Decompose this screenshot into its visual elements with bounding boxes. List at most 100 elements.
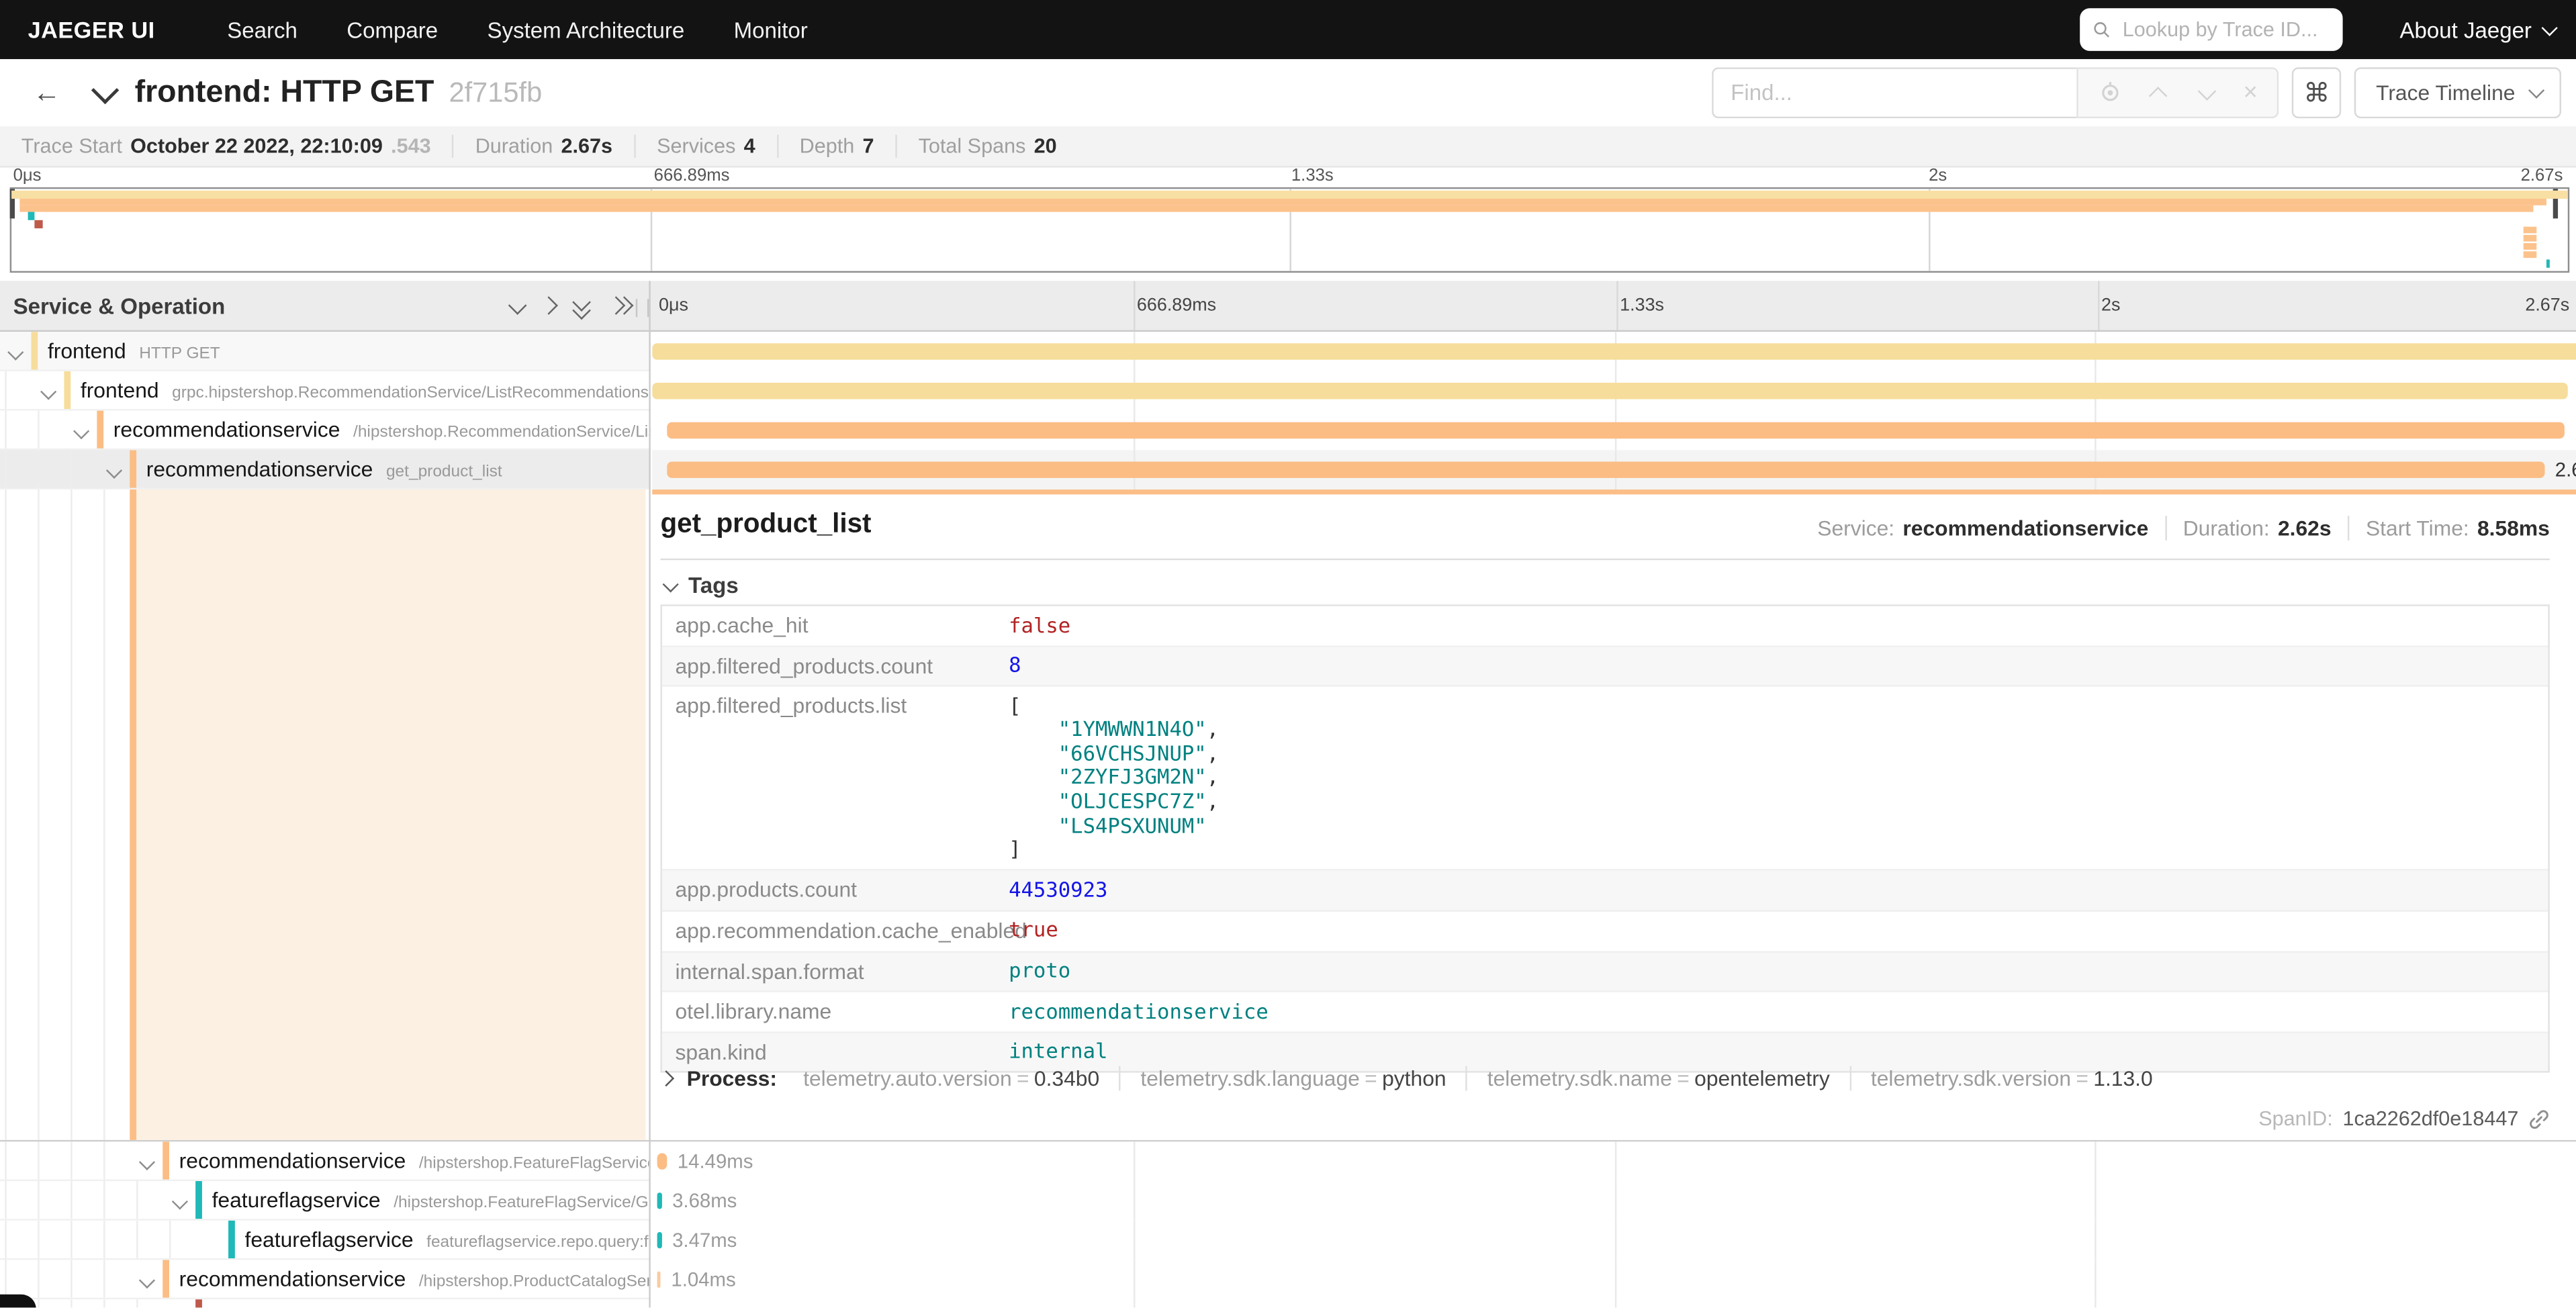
detail-accent-stripe <box>130 489 136 1140</box>
collapse-trace-chevron-icon[interactable] <box>91 76 120 104</box>
summary-depth: Depth7 <box>776 135 895 158</box>
expand-chevron-icon[interactable] <box>73 423 89 439</box>
column-resizer[interactable] <box>636 299 649 317</box>
collapse-all-icon[interactable] <box>573 295 592 315</box>
about-jaeger-menu[interactable]: About Jaeger <box>2399 17 2552 42</box>
link-icon[interactable] <box>2528 1108 2550 1129</box>
timeline-gridline <box>1614 1260 1616 1299</box>
indent-guide <box>103 1260 105 1297</box>
span-name-cell[interactable]: frontendHTTP GET <box>0 332 651 371</box>
prev-match-icon[interactable] <box>2150 86 2168 105</box>
span-duration-bar[interactable] <box>668 422 2565 438</box>
tag-key: app.recommendation.cache_enabled <box>662 912 1009 951</box>
span-timeline-cell[interactable] <box>652 1299 2576 1307</box>
span-row[interactable]: frontendHTTP GET <box>0 332 2576 371</box>
span-timeline-cell[interactable]: 3.68ms <box>652 1181 2576 1221</box>
find-input[interactable] <box>1712 67 2077 118</box>
span-timeline-cell[interactable]: 14.49ms <box>652 1141 2576 1181</box>
span-duration-bar[interactable] <box>668 461 2545 477</box>
indent-guide <box>38 1299 39 1307</box>
focus-target-icon[interactable] <box>2099 81 2123 105</box>
meta-value: recommendationservice <box>1902 516 2148 541</box>
span-timeline-cell[interactable]: 3.47ms <box>652 1221 2576 1260</box>
span-duration-bar[interactable] <box>657 1153 668 1169</box>
indent-guide <box>71 450 72 487</box>
next-match-icon[interactable] <box>2199 81 2217 100</box>
span-row[interactable]: recommendationserviceget_product_list2.6… <box>0 450 2576 489</box>
span-name-cell[interactable]: frontendgrpc.hipstershop.RecommendationS… <box>0 371 651 411</box>
spanid-label: SpanID: <box>2258 1107 2333 1130</box>
expand-all-icon[interactable] <box>610 295 628 315</box>
meta-service: Service:recommendationservice <box>1801 516 2165 541</box>
indent-guide <box>5 1181 6 1219</box>
span-timeline-cell[interactable] <box>652 411 2576 451</box>
operation-name: /hipstershop.FeatureFlagService... <box>419 1155 651 1173</box>
span-row[interactable]: frontendgrpc.hipstershop.RecommendationS… <box>0 371 2576 411</box>
expand-chevron-icon[interactable] <box>106 463 122 479</box>
span-timeline-cell[interactable] <box>652 332 2576 371</box>
clear-find-icon[interactable]: × <box>2243 81 2257 105</box>
timeline-minimap[interactable] <box>10 187 2570 273</box>
expand-chevron-icon[interactable] <box>40 383 56 400</box>
tag-value: recommendationservice <box>1009 992 1269 1031</box>
trace-lookup-input[interactable] <box>2119 16 2329 42</box>
span-timeline-cell[interactable]: 1.04ms <box>652 1260 2576 1299</box>
tags-label: Tags <box>688 573 739 598</box>
span-row[interactable]: recommendationservice/hipstershop.Featur… <box>0 1141 2576 1181</box>
span-row[interactable]: featureflagservice/hipstershop.FeatureFl… <box>0 1181 2576 1221</box>
app-logo[interactable]: JAEGER UI <box>28 16 155 42</box>
collapse-one-icon[interactable] <box>508 296 527 315</box>
tag-row: app.filtered_products.list[ "1YMWWN1N4O"… <box>662 687 2548 871</box>
span-duration-bar[interactable] <box>652 343 2576 359</box>
nav-item-compare[interactable]: Compare <box>347 17 438 42</box>
back-button[interactable]: ← <box>33 77 82 109</box>
operation-name: grpc.hipstershop.RecommendationService/L… <box>172 384 649 402</box>
nav-item-monitor[interactable]: Monitor <box>734 17 808 42</box>
span-row[interactable]: recommendationservice/hipstershop.Recomm… <box>0 411 2576 451</box>
process-section[interactable]: Process: telemetry.auto.version=0.34b0te… <box>660 1066 2172 1091</box>
span-duration-bar[interactable] <box>652 383 2568 399</box>
span-row-partial[interactable] <box>0 1299 2576 1307</box>
detail-header: get_product_list Service:recommendations… <box>660 509 2549 552</box>
nav-item-search[interactable]: Search <box>227 17 297 42</box>
trace-view-selector[interactable]: Trace Timeline <box>2354 67 2561 118</box>
timeline-gridline <box>1133 1181 1134 1221</box>
span-name-cell[interactable]: featureflagservicefeatureflagservice.rep… <box>0 1221 651 1260</box>
span-name-cell[interactable]: recommendationserviceget_product_list <box>0 450 651 489</box>
tags-section-header[interactable]: Tags <box>663 573 738 598</box>
span-duration-bar[interactable] <box>657 1193 662 1209</box>
expand-chevron-icon[interactable] <box>7 344 24 361</box>
span-timeline-cell[interactable] <box>652 371 2576 411</box>
indent-guide <box>169 1221 171 1258</box>
tag-value: false <box>1009 606 1070 645</box>
span-name-cell[interactable]: recommendationservice/hipstershop.Featur… <box>0 1141 651 1181</box>
nav-item-system-architecture[interactable]: System Architecture <box>488 17 685 42</box>
expand-chevron-icon[interactable] <box>139 1272 155 1289</box>
summary-services: Services4 <box>634 135 777 158</box>
span-name-cell[interactable] <box>0 1299 651 1307</box>
span-name-cell[interactable]: recommendationservice/hipstershop.Recomm… <box>0 411 651 451</box>
expand-chevron-icon[interactable] <box>172 1193 188 1209</box>
summary-total-spans: Total Spans20 <box>895 135 1078 158</box>
timeline-tick-label: 666.89ms <box>1137 295 1216 315</box>
span-timeline-cell[interactable]: 2.62s <box>652 450 2576 489</box>
span-duration-bar[interactable] <box>657 1272 661 1288</box>
expand-chevron-icon[interactable] <box>139 1154 155 1170</box>
spanid-row: SpanID: 1ca2262df0e18447 <box>2258 1107 2550 1130</box>
tree-controls <box>511 295 628 315</box>
find-controls: × <box>2077 67 2279 118</box>
timeline-gridline <box>2095 1181 2097 1221</box>
span-name-cell[interactable]: recommendationservice/hipstershop.Produc… <box>0 1260 651 1299</box>
span-row[interactable]: recommendationservice/hipstershop.Produc… <box>0 1260 2576 1299</box>
span-duration-bar[interactable] <box>657 1232 662 1248</box>
indent-guide <box>38 450 39 487</box>
span-name-cell[interactable]: featureflagservice/hipstershop.FeatureFl… <box>0 1181 651 1221</box>
keyboard-shortcuts-button[interactable]: ⌘ <box>2292 67 2341 118</box>
expand-one-icon[interactable] <box>539 296 558 315</box>
span-row[interactable]: featureflagservicefeatureflagservice.rep… <box>0 1221 2576 1260</box>
minimap-tick-label: 1.33s <box>1291 166 1334 185</box>
summary-value: 4 <box>744 135 755 158</box>
chevron-down-icon <box>663 576 679 592</box>
process-label: Process: <box>687 1066 777 1091</box>
tag-key: otel.library.name <box>662 992 1009 1031</box>
